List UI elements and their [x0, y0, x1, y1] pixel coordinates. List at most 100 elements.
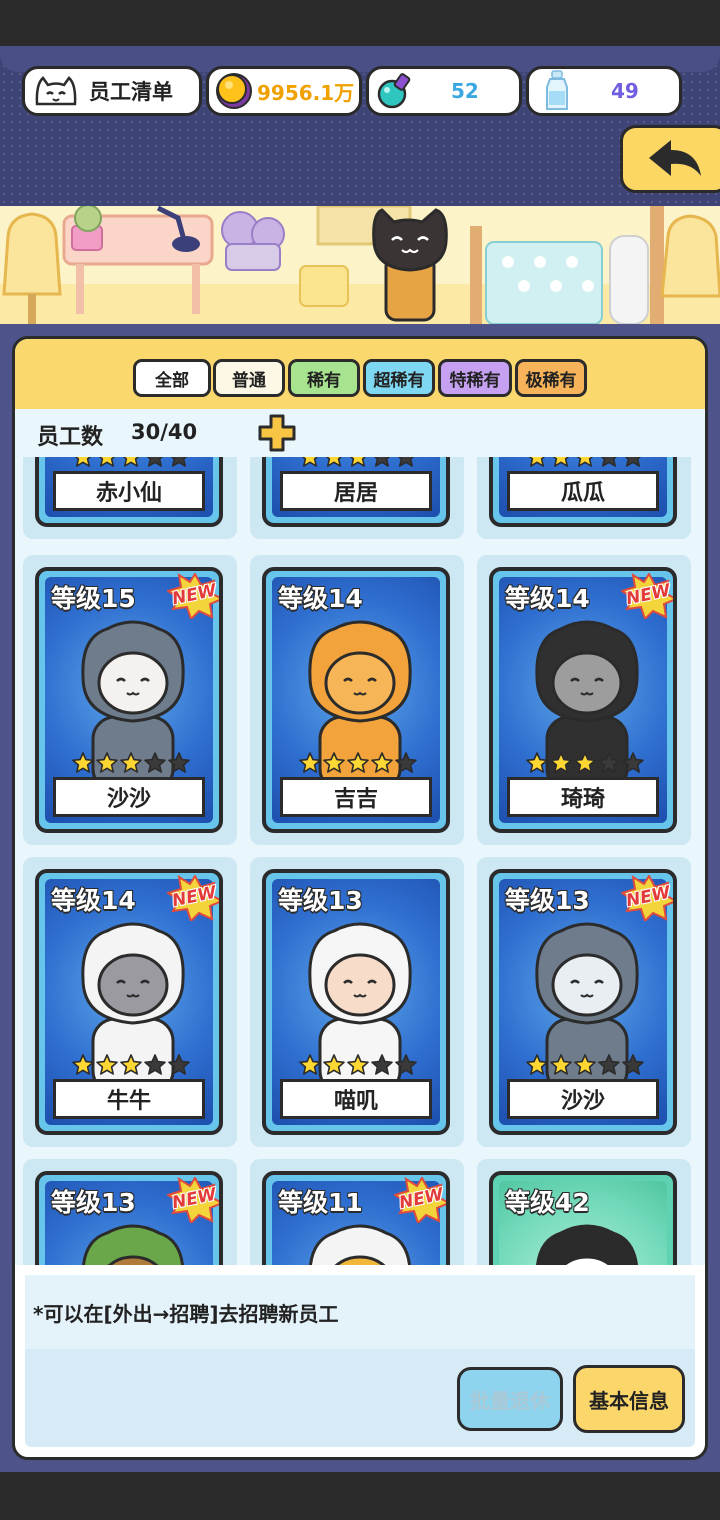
tab-ultra-rare[interactable]: 极稀有 — [515, 359, 587, 397]
potion-flask-icon — [375, 71, 415, 111]
bottle-counter[interactable]: 49 — [526, 66, 682, 116]
employee-card[interactable]: 赤小仙 — [35, 457, 223, 527]
employee-card[interactable]: 等级13 喵叽 — [262, 869, 450, 1135]
employee-level: 等级13 — [505, 886, 590, 915]
tab-special-rare[interactable]: 特稀有 — [438, 359, 512, 397]
star-icon — [574, 1054, 596, 1075]
star-icon — [299, 752, 321, 773]
star-icon — [550, 752, 572, 773]
employee-slot[interactable]: 瓜瓜 — [477, 457, 691, 539]
star-rating — [71, 1053, 191, 1077]
star-icon — [72, 752, 94, 773]
star-rating — [298, 751, 418, 775]
employee-slot[interactable]: 等级42 — [477, 1159, 691, 1265]
star-icon — [622, 752, 644, 773]
star-icon — [144, 1054, 166, 1075]
employee-card[interactable]: 等级15 NEW 沙沙 — [35, 567, 223, 833]
employee-card[interactable]: 等级11 NEW — [262, 1171, 450, 1265]
star-icon — [371, 1054, 393, 1075]
star-rating — [525, 751, 645, 775]
star-icon — [395, 752, 417, 773]
star-icon — [72, 1054, 94, 1075]
potion-value: 52 — [451, 79, 479, 103]
star-icon — [622, 1054, 644, 1075]
plus-icon — [258, 414, 296, 452]
tab-rare[interactable]: 稀有 — [288, 359, 360, 397]
employee-name: 瓜瓜 — [507, 471, 659, 511]
employee-name: 吉吉 — [280, 777, 432, 817]
employee-name: 赤小仙 — [53, 471, 205, 511]
employee-card[interactable]: 等级14 NEW 琦琦 — [489, 567, 677, 833]
star-icon — [325, 457, 343, 467]
employee-slot[interactable]: 赤小仙 — [23, 457, 237, 539]
employee-card[interactable]: 等级13 NEW 沙沙 — [489, 869, 677, 1135]
star-icon — [98, 457, 116, 467]
employee-card[interactable]: 居居 — [262, 457, 450, 527]
employee-slot[interactable]: 等级13 NEW 沙沙 — [477, 857, 691, 1147]
star-icon — [373, 457, 391, 467]
star-rating — [298, 1053, 418, 1077]
star-icon — [349, 457, 367, 467]
tab-all[interactable]: 全部 — [133, 359, 211, 397]
gold-value: 9956.1万 — [257, 80, 355, 105]
star-icon — [598, 752, 620, 773]
employee-slot[interactable]: 居居 — [250, 457, 464, 539]
star-rating — [71, 751, 191, 775]
employee-level: 等级42 — [505, 1188, 590, 1217]
gold-counter[interactable]: 9956.1万 — [206, 66, 362, 116]
potion-counter[interactable]: 52 — [366, 66, 522, 116]
batch-retire-button[interactable]: 批量退休 — [457, 1367, 563, 1431]
employee-level: 等级13 — [278, 886, 363, 915]
employee-slot[interactable]: 等级14 NEW 牛牛 — [23, 857, 237, 1147]
star-icon — [528, 457, 546, 467]
star-icon — [168, 752, 190, 773]
tab-normal[interactable]: 普通 — [213, 359, 285, 397]
employee-slot[interactable]: 等级14 NEW 琦琦 — [477, 555, 691, 845]
employee-card[interactable]: 瓜瓜 — [489, 457, 677, 527]
back-button[interactable] — [620, 125, 720, 193]
employee-level: 等级14 — [278, 584, 363, 613]
add-capacity-button[interactable] — [257, 413, 297, 453]
star-icon — [598, 1054, 620, 1075]
bottle-icon — [541, 69, 573, 113]
employee-slot[interactable]: 等级14 吉吉 — [250, 555, 464, 845]
star-icon — [120, 1054, 142, 1075]
employee-name: 喵叽 — [280, 1079, 432, 1119]
employee-slot[interactable]: 等级11 NEW — [250, 1159, 464, 1265]
star-rating — [71, 457, 191, 469]
employee-cat-portrait — [536, 1224, 638, 1265]
employee-slot[interactable]: 等级13 喵叽 — [250, 857, 464, 1147]
employee-slot[interactable]: 等级13 NEW — [23, 1159, 237, 1265]
employee-name: 居居 — [280, 471, 432, 511]
gold-coin-icon — [215, 72, 253, 110]
back-arrow-icon — [645, 136, 707, 188]
page-title: 员工清单 — [89, 80, 173, 104]
basic-info-button[interactable]: 基本信息 — [573, 1365, 685, 1433]
tab-super-rare[interactable]: 超稀有 — [363, 359, 435, 397]
star-icon — [170, 457, 188, 467]
bottle-value: 49 — [611, 79, 639, 103]
star-icon — [624, 457, 642, 467]
employee-card[interactable]: 等级42 — [489, 1171, 677, 1265]
employee-card[interactable]: 等级14 NEW 牛牛 — [35, 869, 223, 1135]
star-icon — [397, 457, 415, 467]
employee-name: 牛牛 — [53, 1079, 205, 1119]
employee-slot[interactable]: 等级15 NEW 沙沙 — [23, 555, 237, 845]
room-illustration — [0, 206, 720, 324]
employee-card[interactable]: 等级13 NEW — [35, 1171, 223, 1265]
employee-level: 等级14 — [505, 584, 590, 613]
employee-name: 琦琦 — [507, 777, 659, 817]
star-icon — [323, 752, 345, 773]
room-scene — [0, 206, 720, 324]
employee-level: 等级15 — [51, 584, 136, 613]
star-icon — [301, 457, 319, 467]
star-icon — [395, 1054, 417, 1075]
star-icon — [74, 457, 92, 467]
navigation-bar — [0, 1472, 720, 1520]
star-icon — [526, 752, 548, 773]
employee-card-list[interactable]: 赤小仙 居居 瓜瓜等级15 NEW 沙沙 等级14 吉吉 等级14 NEW 琦琦等级14 NEW 牛牛… — [15, 457, 705, 1265]
star-icon — [371, 752, 393, 773]
employee-card[interactable]: 等级14 吉吉 — [262, 567, 450, 833]
star-icon — [576, 457, 594, 467]
star-icon — [96, 752, 118, 773]
